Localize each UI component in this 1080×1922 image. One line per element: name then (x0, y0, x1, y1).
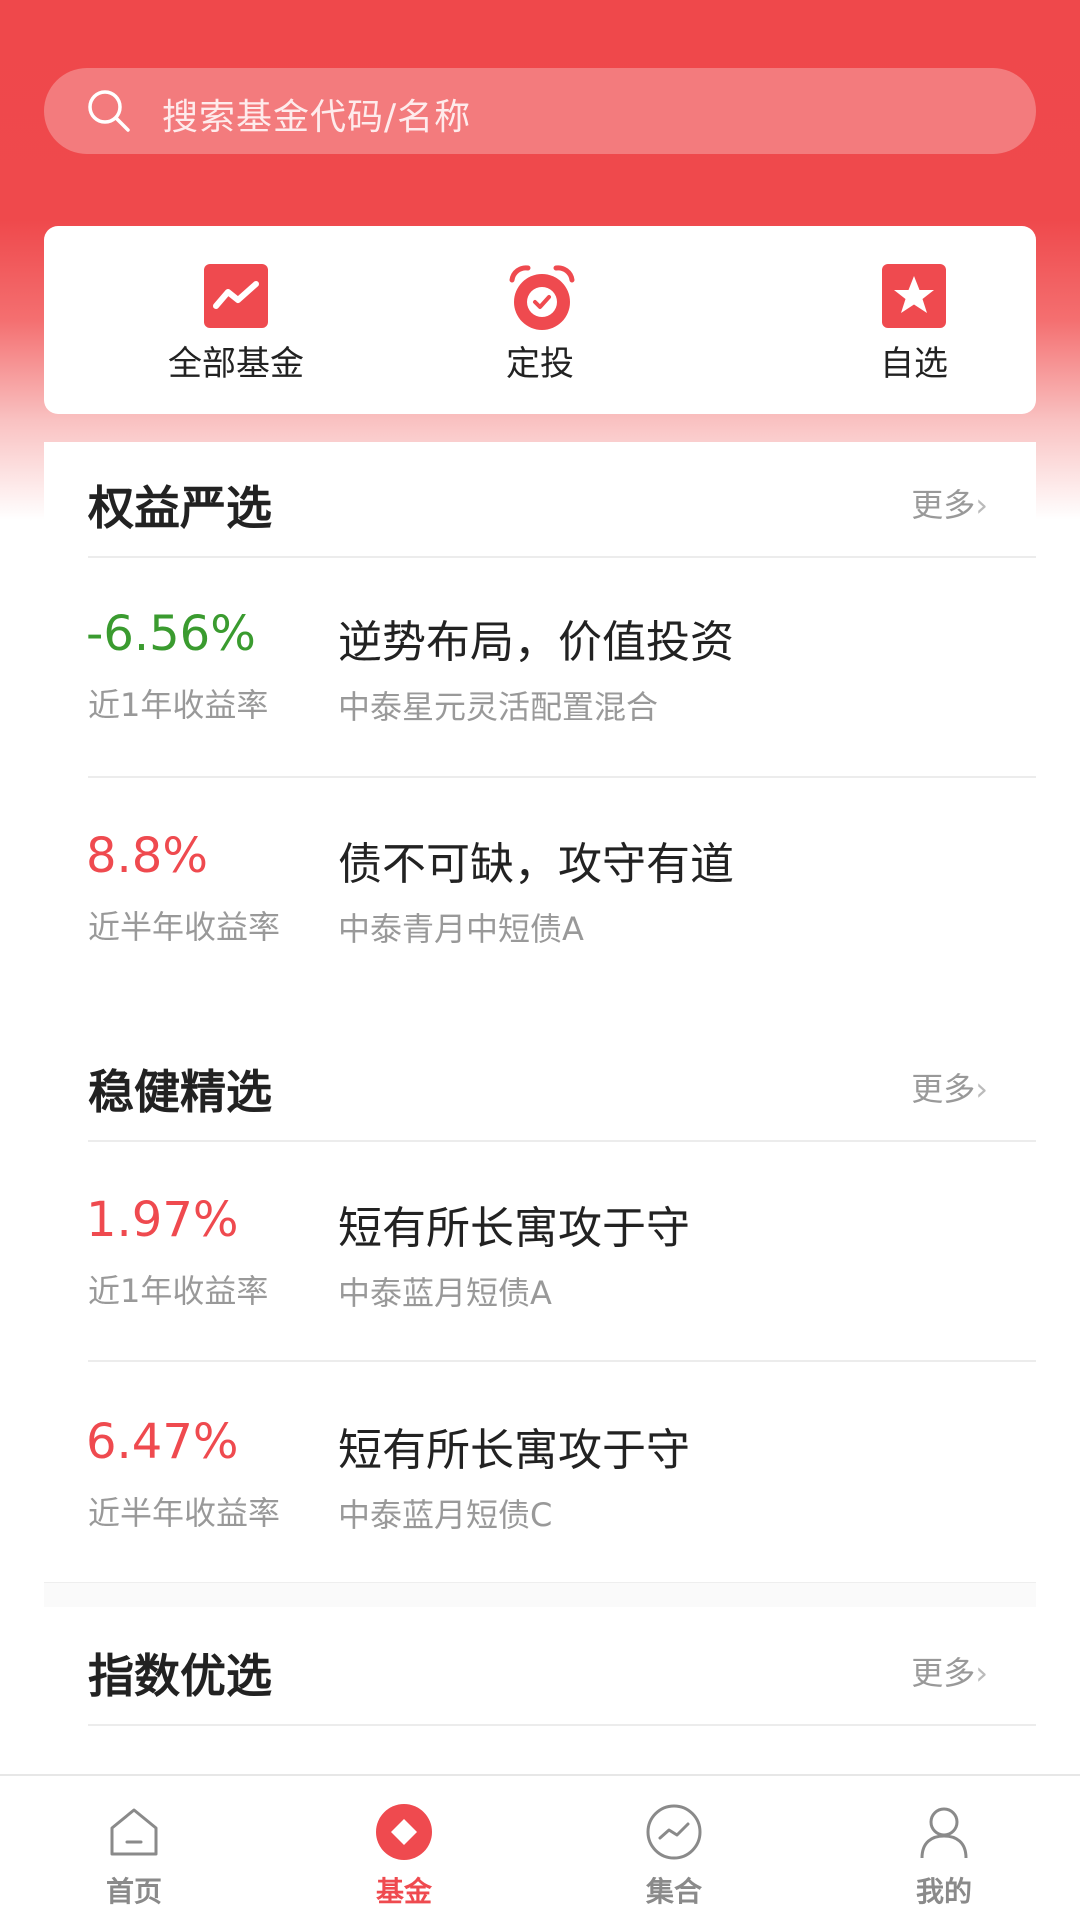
tab-label: 我的 (915, 1875, 972, 1908)
fund-slogan: 短有所长寓攻于守 (338, 1425, 690, 1476)
chevron-right-icon: › (975, 1654, 988, 1692)
tab-collection[interactable]: 集合 (584, 1802, 764, 1910)
more-link-stable[interactable]: 更多› (911, 1064, 988, 1110)
fund-name: 中泰蓝月短债A (338, 1274, 552, 1312)
more-label: 更多 (911, 1070, 976, 1108)
tab-funds[interactable]: 基金 (314, 1802, 494, 1910)
tab-mine[interactable]: 我的 (854, 1802, 1034, 1910)
quick-action-auto-invest[interactable]: 定投 (440, 262, 640, 385)
chart-icon (202, 262, 270, 330)
section-title-index: 指数优选 (88, 1649, 272, 1703)
section-divider (88, 556, 1036, 558)
fund-slogan: 债不可缺，攻守有道 (338, 839, 734, 890)
more-label: 更多 (911, 486, 976, 524)
home-icon (104, 1802, 164, 1862)
user-icon (914, 1802, 974, 1862)
quick-action-label: 定投 (506, 344, 574, 384)
fund-name: 中泰蓝月短债C (338, 1496, 553, 1534)
section-title-stable: 稳健精选 (88, 1065, 272, 1119)
fund-name: 中泰青月中短债A (338, 910, 584, 948)
fund-slogan: 短有所长寓攻于守 (338, 1203, 690, 1254)
section-title-equity: 权益严选 (88, 481, 272, 535)
alarm-clock-icon (506, 262, 575, 330)
section-divider (88, 1140, 1036, 1142)
row-divider (88, 776, 1036, 778)
fund-return-period: 近1年收益率 (88, 686, 269, 724)
fund-slogan: 逆势布局，价值投资 (338, 617, 734, 668)
section-gap (44, 1582, 1036, 1607)
more-link-index[interactable]: 更多› (911, 1648, 988, 1694)
tab-home[interactable]: 首页 (44, 1802, 224, 1910)
fund-return-rate: 8.8% (86, 828, 208, 884)
row-divider (88, 1360, 1036, 1362)
fund-return-period: 近半年收益率 (88, 908, 281, 946)
quick-actions-panel: 全部基金 定投 自选 (44, 226, 1036, 414)
search-bar[interactable]: 搜索基金代码/名称 (44, 68, 1036, 154)
diamond-icon (374, 1802, 434, 1862)
chevron-right-icon: › (975, 486, 988, 524)
search-icon (88, 90, 130, 132)
tab-label: 基金 (375, 1875, 432, 1908)
fund-name: 中泰星元灵活配置混合 (338, 688, 659, 726)
quick-action-label: 自选 (880, 344, 948, 384)
search-placeholder: 搜索基金代码/名称 (162, 97, 472, 138)
quick-action-label: 全部基金 (168, 344, 304, 384)
fund-return-rate: -6.56% (86, 606, 256, 662)
fund-return-rate: 1.97% (86, 1192, 239, 1248)
fund-return-period: 近1年收益率 (88, 1272, 269, 1310)
quick-action-all-funds[interactable]: 全部基金 (136, 262, 336, 385)
star-icon (880, 262, 948, 330)
fund-return-rate: 6.47% (86, 1414, 239, 1470)
section-divider (88, 1724, 1036, 1726)
bottom-tab-bar: 首页 基金 集合 我的 (0, 1774, 1080, 1922)
quick-action-watchlist[interactable]: 自选 (814, 262, 1014, 385)
trend-circle-icon (644, 1802, 704, 1862)
tab-label: 集合 (645, 1875, 702, 1908)
more-label: 更多 (911, 1654, 976, 1692)
tab-label: 首页 (105, 1875, 162, 1908)
fund-return-period: 近半年收益率 (88, 1494, 281, 1532)
more-link-equity[interactable]: 更多› (911, 480, 988, 526)
chevron-right-icon: › (975, 1070, 988, 1108)
